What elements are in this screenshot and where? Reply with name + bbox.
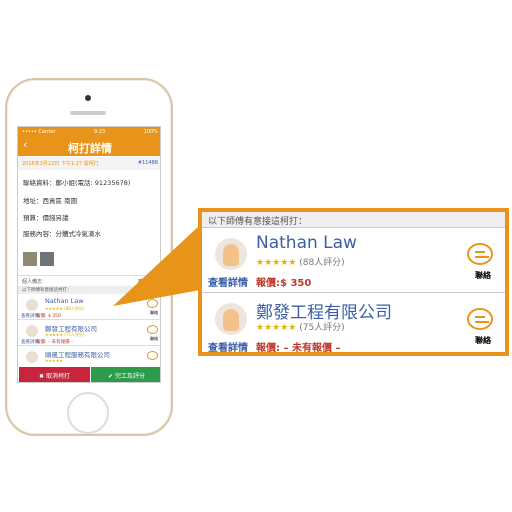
master-rating: ★★★★★ (88人評分) (256, 255, 345, 268)
master-row: Nathan Law ★★★★★ (88人評分) 查看詳情 報價:$ 350 聯… (202, 229, 505, 293)
rating-count: (75人評分) (299, 323, 345, 333)
master-rating: ★★★★★ (75人評分) (256, 320, 345, 333)
stars: ★★★★★ (256, 258, 297, 268)
contact-label[interactable]: 聯絡 (475, 270, 491, 281)
rating-count: (88人評分) (299, 258, 345, 268)
callout-header: 以下師傅有意接這柯打： (202, 212, 505, 228)
quote-price: 報價: – 未有報價 – (256, 343, 341, 354)
chat-icon[interactable] (467, 308, 493, 330)
quote-price: 報價:$ 350 (256, 278, 312, 289)
contact-label[interactable]: 聯絡 (475, 335, 491, 346)
stars: ★★★★★ (256, 323, 297, 333)
view-details-link[interactable]: 查看詳情 (208, 274, 248, 289)
chat-icon[interactable] (467, 243, 493, 265)
avatar (215, 238, 247, 270)
master-name[interactable]: Nathan Law (256, 233, 357, 253)
zoom-callout: 以下師傅有意接這柯打： Nathan Law ★★★★★ (88人評分) 查看詳… (198, 208, 509, 356)
callout-triangle (113, 225, 200, 306)
master-row: 鄭發工程有限公司 ★★★★★ (75人評分) 查看詳情 報價: – 未有報價 –… (202, 294, 505, 358)
view-details-link[interactable]: 查看詳情 (208, 339, 248, 354)
avatar (215, 303, 247, 335)
